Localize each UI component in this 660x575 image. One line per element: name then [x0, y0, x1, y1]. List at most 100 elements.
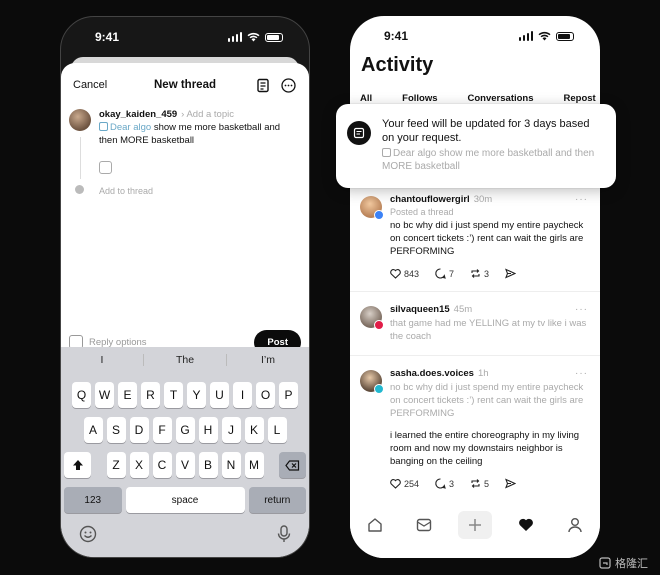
letter-keys: Z X C V B N M [106, 452, 264, 478]
heart-filled-icon[interactable] [511, 512, 541, 538]
post-header: chantouflowergirl 30m ··· [390, 194, 588, 205]
reply-button[interactable]: 7 [435, 268, 454, 279]
more-icon[interactable]: ··· [575, 194, 588, 205]
key[interactable]: J [221, 417, 241, 443]
compose-header: okay_kaiden_459 › Add a topic [99, 109, 234, 120]
keyboard-row-3: Z X C V B N M [61, 452, 309, 478]
post-username[interactable]: sasha.does.voices [390, 368, 474, 379]
share-button[interactable] [505, 268, 517, 279]
key[interactable]: X [129, 452, 149, 478]
key[interactable]: S [106, 417, 126, 443]
key[interactable]: C [152, 452, 172, 478]
bottom-nav [350, 502, 600, 558]
key[interactable]: M [244, 452, 264, 478]
suggestion-2[interactable]: The [144, 354, 227, 366]
new-thread-icon[interactable] [457, 511, 492, 539]
key[interactable]: Z [106, 452, 126, 478]
new-thread-sheet: Cancel New thread okay_kaiden_459 › Add … [61, 63, 309, 557]
suggestion-1[interactable]: I [61, 354, 144, 366]
backspace-icon [285, 459, 300, 471]
drafts-icon[interactable] [255, 77, 272, 94]
like-button[interactable]: 843 [390, 269, 419, 279]
backspace-key[interactable] [279, 452, 306, 478]
key[interactable]: G [175, 417, 195, 443]
add-to-thread[interactable]: Add to thread [99, 186, 153, 196]
post-username[interactable]: silvaqueen15 [390, 304, 450, 315]
inbox-icon[interactable] [409, 512, 439, 538]
key[interactable]: E [118, 382, 137, 408]
key[interactable]: D [129, 417, 149, 443]
key[interactable]: H [198, 417, 218, 443]
key[interactable]: N [221, 452, 241, 478]
battery-icon [556, 31, 574, 41]
repost-button[interactable]: 5 [470, 478, 489, 489]
key[interactable]: O [256, 382, 275, 408]
key[interactable]: V [175, 452, 195, 478]
feed-update-toast[interactable]: Your feed will be updated for 3 days bas… [336, 104, 616, 188]
post-time: 45m [453, 304, 473, 315]
profile-icon[interactable] [560, 512, 590, 538]
share-button[interactable] [505, 478, 517, 489]
signal-icon [518, 31, 533, 41]
post-username[interactable]: chantouflowergirl [390, 194, 470, 205]
attach-media-icon[interactable] [99, 161, 112, 174]
like-button[interactable]: 254 [390, 479, 419, 489]
cancel-button[interactable]: Cancel [73, 79, 107, 91]
reply-options-label: Reply options [89, 336, 147, 348]
header-actions [255, 77, 297, 94]
key[interactable]: P [279, 382, 298, 408]
key[interactable]: A [83, 417, 103, 443]
key[interactable]: Y [187, 382, 206, 408]
key[interactable]: B [198, 452, 218, 478]
keyboard: I The I’m Q W E R T Y U I O P A S D F G … [61, 347, 309, 557]
repost-count: 3 [484, 268, 490, 279]
status-time: 9:41 [95, 30, 120, 44]
reply-badge-icon [374, 384, 384, 394]
battery-icon [265, 32, 283, 42]
microphone-icon[interactable] [277, 525, 291, 543]
compose-text-input[interactable]: Dear algo show me more basketball and th… [99, 121, 284, 147]
return-key[interactable]: return [248, 487, 307, 513]
post-text: i learned the entire choreography in my … [390, 430, 580, 467]
comment-icon [435, 478, 446, 489]
algo-icon [99, 122, 108, 131]
key[interactable]: Q [72, 382, 91, 408]
list-item[interactable]: chantouflowergirl 30m ··· Posted a threa… [350, 194, 600, 279]
emoji-icon[interactable] [79, 525, 97, 543]
shift-icon [72, 460, 83, 470]
more-icon[interactable]: ··· [575, 304, 588, 315]
keyboard-row-2: A S D F G H J K L [61, 417, 309, 443]
home-icon[interactable] [360, 512, 390, 538]
list-item[interactable]: silvaqueen15 45m ··· that game had me YE… [350, 304, 600, 343]
more-icon[interactable]: ··· [575, 368, 588, 379]
key[interactable]: K [244, 417, 264, 443]
numbers-key[interactable]: 123 [64, 487, 122, 513]
shift-key[interactable] [64, 452, 91, 478]
space-key[interactable]: space [125, 487, 245, 513]
post-header: silvaqueen15 45m ··· [390, 304, 588, 315]
key[interactable]: I [233, 382, 252, 408]
repost-button[interactable]: 3 [470, 268, 489, 279]
reply-count: 3 [449, 478, 455, 489]
like-count: 254 [404, 478, 420, 489]
key[interactable]: F [152, 417, 172, 443]
wifi-icon [538, 31, 551, 41]
suggestion-3[interactable]: I’m [227, 354, 309, 366]
key[interactable]: W [95, 382, 114, 408]
list-item[interactable]: sasha.does.voices 1h ··· no bc why did i… [350, 368, 600, 489]
sheet-header: Cancel New thread [61, 73, 309, 97]
more-options-icon[interactable] [280, 77, 297, 94]
heart-icon [390, 478, 401, 489]
reply-button[interactable]: 3 [435, 478, 454, 489]
activity-feed: chantouflowergirl 30m ··· Posted a threa… [350, 194, 600, 489]
key[interactable]: U [210, 382, 229, 408]
repost-icon [471, 479, 480, 488]
add-topic-input[interactable]: › Add a topic [181, 109, 234, 120]
key[interactable]: T [164, 382, 183, 408]
phone-new-thread: 9:41 Cancel New thread okay_kaiden_459 ›… [60, 16, 310, 558]
post-subtitle: Posted a thread [390, 207, 454, 217]
repost-icon [471, 269, 480, 278]
key[interactable]: R [141, 382, 160, 408]
keyboard-row-4: 123 space return [61, 487, 309, 513]
key[interactable]: L [267, 417, 287, 443]
